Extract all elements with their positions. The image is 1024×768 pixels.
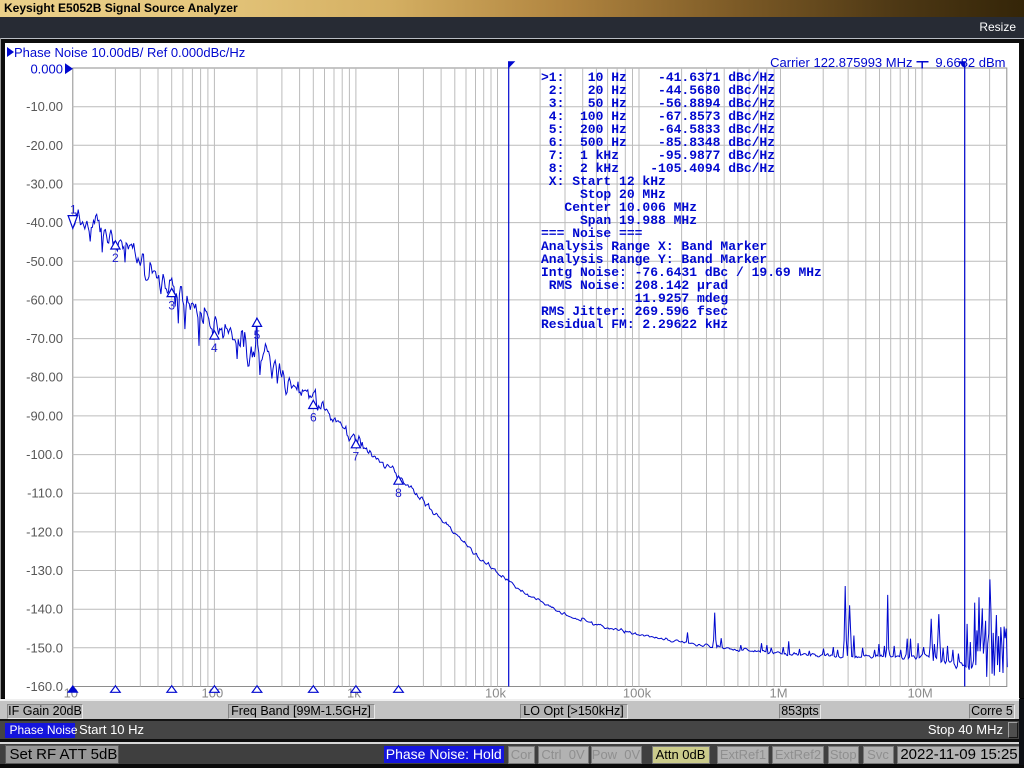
svg-text:-150.0: -150.0 (26, 640, 63, 655)
svg-text:Phase Noise 10.00dB/ Ref 0.000: Phase Noise 10.00dB/ Ref 0.000dBc/Hz (14, 45, 245, 60)
svg-text:4: 4 (211, 340, 218, 354)
svg-text:2: 2 (112, 250, 119, 264)
svg-text:3: 3 (168, 298, 175, 312)
svg-text:1: 1 (69, 202, 76, 216)
svg-text:-60.00: -60.00 (26, 292, 63, 307)
svg-text:-40.00: -40.00 (26, 215, 63, 230)
svg-text:-20.00: -20.00 (26, 137, 63, 152)
svg-text:-30.00: -30.00 (26, 176, 63, 191)
svg-text:1M: 1M (769, 685, 787, 699)
svg-text:7: 7 (352, 449, 359, 463)
svg-text:-110.0: -110.0 (27, 485, 63, 500)
svg-text:-90.00: -90.00 (26, 408, 63, 423)
svg-text:-140.0: -140.0 (26, 601, 63, 616)
svg-text:-130.0: -130.0 (26, 563, 63, 578)
svg-text:10k: 10k (485, 685, 506, 699)
svg-text:5: 5 (253, 328, 260, 342)
svg-text:Carrier 122.875993 MHz: Carrier 122.875993 MHz (770, 55, 912, 70)
svg-text:-10.00: -10.00 (26, 99, 63, 114)
svg-text:8: 8 (395, 486, 402, 500)
svg-text:6: 6 (309, 410, 316, 424)
svg-text:100k: 100k (622, 685, 651, 699)
svg-text:9.6682 dBm: 9.6682 dBm (935, 55, 1005, 70)
svg-text:-80.00: -80.00 (26, 369, 63, 384)
svg-text:-120.0: -120.0 (26, 524, 63, 539)
svg-text:-160.0: -160.0 (26, 679, 63, 694)
svg-text:Residual FM: 2.29622 kHz: Residual FM: 2.29622 kHz (541, 316, 728, 331)
svg-text:-100.0: -100.0 (26, 447, 63, 462)
svg-text:-50.00: -50.00 (26, 253, 63, 268)
svg-text:0.000: 0.000 (30, 61, 63, 76)
svg-text:10M: 10M (907, 685, 932, 699)
svg-text:-70.00: -70.00 (26, 331, 63, 346)
